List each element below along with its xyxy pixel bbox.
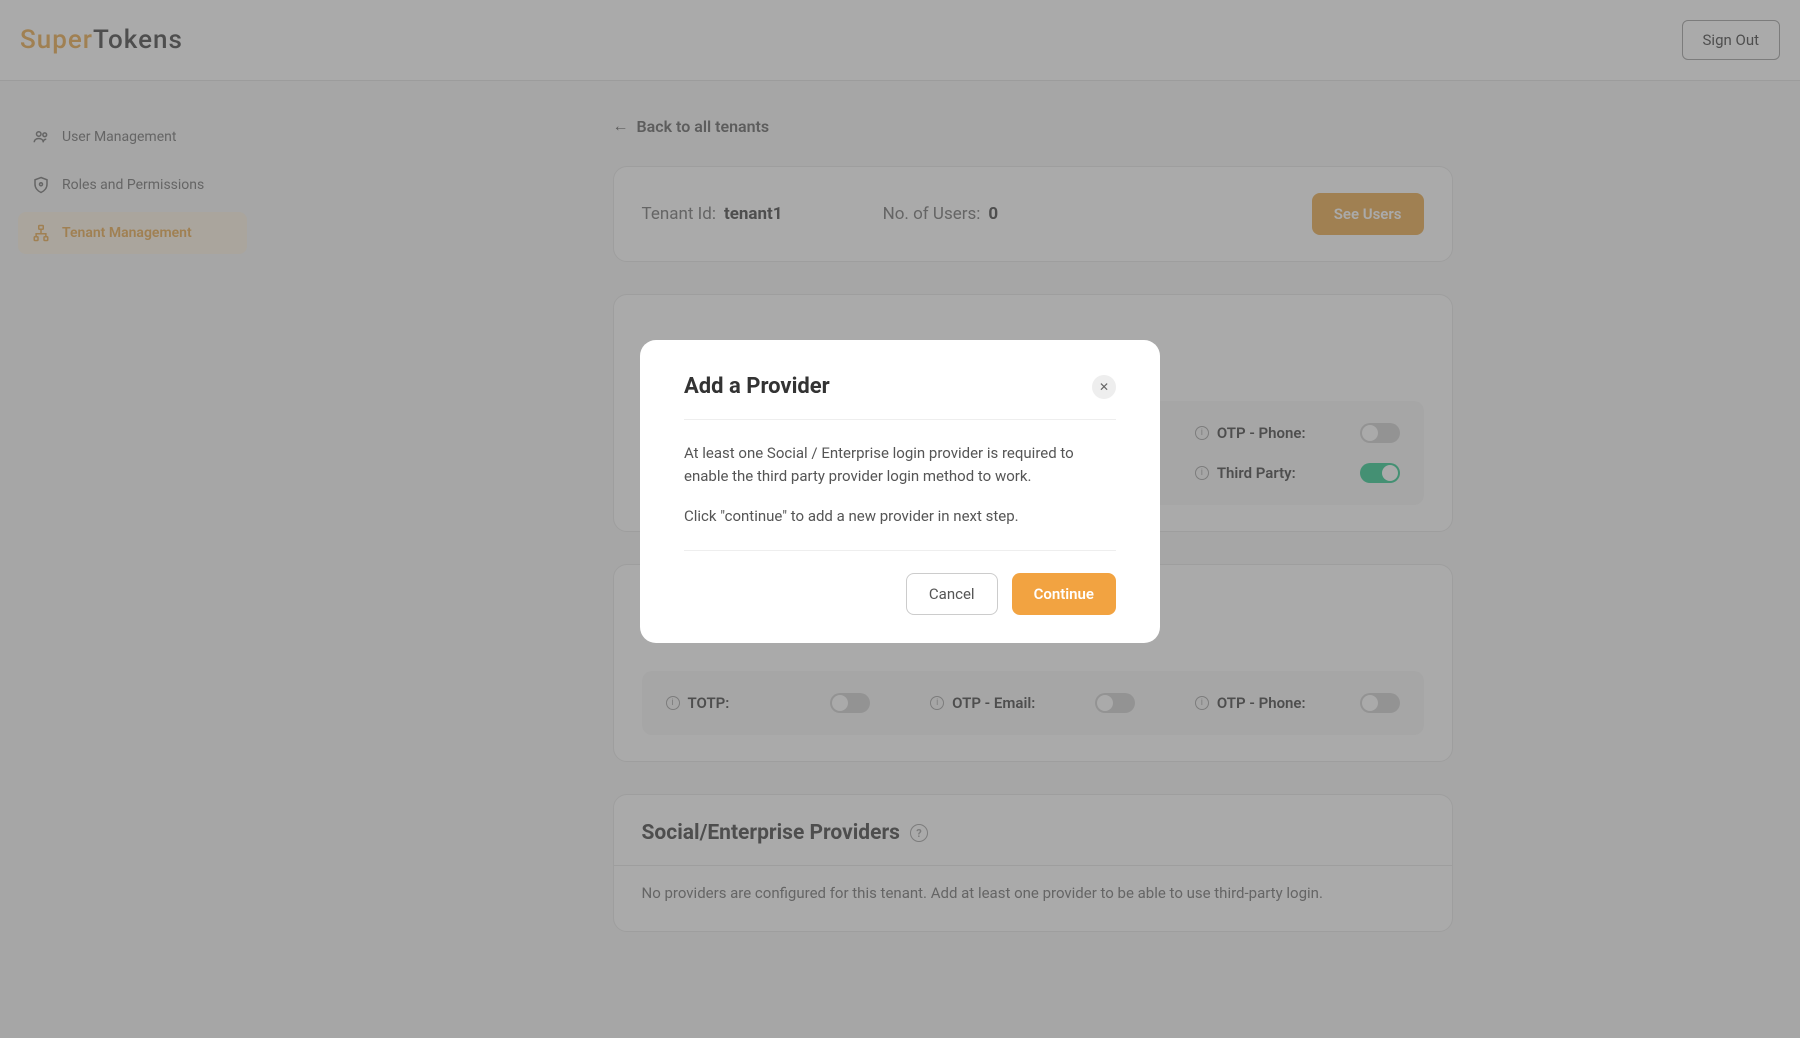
add-provider-modal: Add a Provider ✕ At least one Social / E… xyxy=(640,340,1160,643)
modal-title: Add a Provider xyxy=(684,374,830,399)
continue-button[interactable]: Continue xyxy=(1012,573,1116,615)
modal-footer: Cancel Continue xyxy=(684,551,1116,615)
modal-body: At least one Social / Enterprise login p… xyxy=(684,420,1116,551)
close-icon[interactable]: ✕ xyxy=(1092,375,1116,399)
modal-text-1: At least one Social / Enterprise login p… xyxy=(684,442,1116,487)
cancel-button[interactable]: Cancel xyxy=(906,573,998,615)
modal-header: Add a Provider ✕ xyxy=(684,374,1116,420)
modal-overlay[interactable]: Add a Provider ✕ At least one Social / E… xyxy=(0,0,1800,1038)
modal-text-2: Click "continue" to add a new provider i… xyxy=(684,505,1116,528)
